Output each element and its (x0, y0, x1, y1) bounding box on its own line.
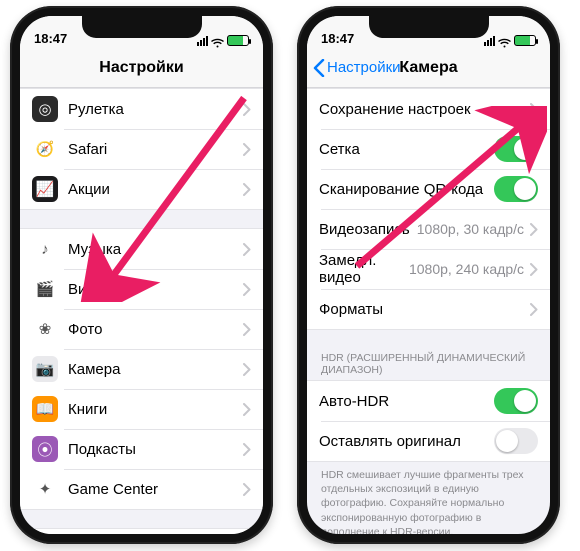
row-label: Авто-HDR (319, 393, 494, 410)
row-formats[interactable]: Форматы (307, 289, 550, 329)
chevron-right-icon (530, 263, 538, 276)
row-label: Сканирование QR-кода (319, 181, 494, 198)
settings-row-camera[interactable]: 📷 Камера (20, 349, 263, 389)
row-keeporig[interactable]: Оставлять оригинал (307, 421, 550, 461)
cellular-icon (197, 36, 208, 46)
gamecenter-icon: ✦ (32, 476, 58, 502)
section-header: HDR (РАСШИРЕННЫЙ ДИНАМИЧЕСКИЙ ДИАПАЗОН) (307, 348, 550, 380)
row-label: Сетка (319, 141, 494, 158)
row-label: Камера (68, 361, 243, 378)
chevron-right-icon (530, 303, 538, 316)
video-icon: 🎬 (32, 276, 58, 302)
screen-left: 18:47 Настройки ◎ Рулетка 🧭 Safari 📈 Акции ♪ Му… (20, 16, 263, 534)
chevron-right-icon (530, 223, 538, 236)
row-label: Сохранение настроек (319, 101, 530, 118)
chevron-right-icon (243, 443, 251, 456)
row-label: Форматы (319, 301, 530, 318)
music-icon: ♪ (32, 236, 58, 262)
notch (369, 16, 489, 38)
row-label: Замедл. видео (319, 252, 409, 286)
camera-settings[interactable]: Сохранение настроек Сетка Сканирование QR-… (307, 88, 550, 534)
phone-left: 18:47 Настройки ◎ Рулетка 🧭 Safari 📈 Акции ♪ Му… (10, 6, 273, 544)
phone-right: 18:47 Настройки Камера Сохранение настро… (297, 6, 560, 544)
battery-icon (514, 35, 536, 46)
settings-row-video[interactable]: 🎬 Видео (20, 269, 263, 309)
status-time: 18:47 (34, 31, 67, 46)
row-label: Оставлять оригинал (319, 433, 494, 450)
settings-row-stocks[interactable]: 📈 Акции (20, 169, 263, 209)
status-indicators (197, 35, 249, 46)
chevron-right-icon (243, 363, 251, 376)
toggle-qrscan[interactable] (494, 176, 538, 202)
row-label: Музыка (68, 241, 243, 258)
chevron-right-icon (243, 103, 251, 116)
row-label: Фото (68, 321, 243, 338)
chevron-right-icon (243, 403, 251, 416)
wifi-icon (211, 36, 224, 46)
chevron-right-icon (243, 283, 251, 296)
row-video[interactable]: Видеозапись1080p, 30 кадр/с (307, 209, 550, 249)
safari-icon: 🧭 (32, 136, 58, 162)
roulette-icon: ◎ (32, 96, 58, 122)
settings-row-navigator[interactable]: ➤Навигатор (20, 529, 263, 534)
row-detail: 1080p, 30 кадр/с (417, 221, 524, 237)
podcasts-icon: ⦿ (32, 436, 58, 462)
row-autohdr[interactable]: Авто-HDR (307, 381, 550, 421)
photos-icon: ❀ (32, 316, 58, 342)
settings-list[interactable]: ◎ Рулетка 🧭 Safari 📈 Акции ♪ Музыка 🎬 Видео ❀ Фото 📷… (20, 88, 263, 534)
stocks-icon: 📈 (32, 176, 58, 202)
settings-row-music[interactable]: ♪ Музыка (20, 229, 263, 269)
row-label: Акции (68, 181, 243, 198)
cellular-icon (484, 36, 495, 46)
row-grid[interactable]: Сетка (307, 129, 550, 169)
camera-icon: 📷 (32, 356, 58, 382)
battery-icon (227, 35, 249, 46)
nav-bar: Настройки (20, 48, 263, 88)
chevron-right-icon (243, 143, 251, 156)
row-preserve[interactable]: Сохранение настроек (307, 89, 550, 129)
status-time: 18:47 (321, 31, 354, 46)
row-label: Видеозапись (319, 221, 417, 238)
row-detail: 1080p, 240 кадр/с (409, 261, 524, 277)
back-label: Настройки (327, 59, 401, 76)
status-indicators (484, 35, 536, 46)
books-icon: 📖 (32, 396, 58, 422)
nav-bar: Настройки Камера (307, 48, 550, 88)
notch (82, 16, 202, 38)
row-label: Рулетка (68, 101, 243, 118)
chevron-right-icon (530, 103, 538, 116)
section-footer: HDR смешивает лучшие фрагменты трех отде… (307, 462, 550, 534)
settings-row-books[interactable]: 📖 Книги (20, 389, 263, 429)
row-label: Подкасты (68, 441, 243, 458)
toggle-grid[interactable] (494, 136, 538, 162)
row-qrscan[interactable]: Сканирование QR-кода (307, 169, 550, 209)
row-label: Книги (68, 401, 243, 418)
settings-row-photos[interactable]: ❀ Фото (20, 309, 263, 349)
page-title: Настройки (99, 59, 183, 77)
settings-row-roulette[interactable]: ◎ Рулетка (20, 89, 263, 129)
settings-row-podcasts[interactable]: ⦿ Подкасты (20, 429, 263, 469)
chevron-right-icon (243, 243, 251, 256)
back-button[interactable]: Настройки (313, 48, 401, 87)
chevron-left-icon (313, 59, 325, 77)
chevron-right-icon (243, 323, 251, 336)
wifi-icon (498, 36, 511, 46)
toggle-autohdr[interactable] (494, 388, 538, 414)
settings-row-gamecenter[interactable]: ✦ Game Center (20, 469, 263, 509)
toggle-keeporig[interactable] (494, 428, 538, 454)
page-title: Камера (399, 59, 457, 77)
row-label: Safari (68, 141, 243, 158)
screen-right: 18:47 Настройки Камера Сохранение настро… (307, 16, 550, 534)
chevron-right-icon (243, 483, 251, 496)
row-slomo[interactable]: Замедл. видео1080p, 240 кадр/с (307, 249, 550, 289)
row-label: Game Center (68, 481, 243, 498)
chevron-right-icon (243, 183, 251, 196)
settings-row-safari[interactable]: 🧭 Safari (20, 129, 263, 169)
row-label: Видео (68, 281, 243, 298)
